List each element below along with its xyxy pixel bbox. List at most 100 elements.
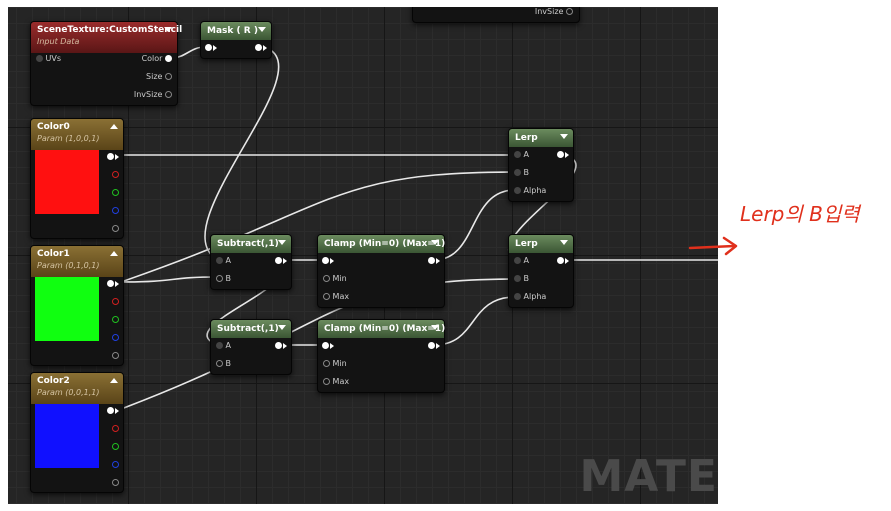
pin-a[interactable] xyxy=(112,352,119,359)
material-graph-canvas[interactable]: InvSize SceneTexture:CustomStencil Input… xyxy=(8,7,718,504)
subtract1-header[interactable]: Subtract(,1) xyxy=(211,235,291,253)
pin-a[interactable] xyxy=(112,225,119,232)
pin-rgb[interactable] xyxy=(107,280,114,287)
pin-out[interactable] xyxy=(428,257,435,264)
pin-out[interactable] xyxy=(275,342,282,349)
lerp1-node[interactable]: Lerp A B Alpha xyxy=(508,128,574,202)
color1-header[interactable]: Color1 Param (0,1,0,1) xyxy=(31,246,123,277)
pin-a[interactable] xyxy=(514,257,521,264)
pin-a[interactable] xyxy=(216,342,223,349)
pin-label-a: A xyxy=(225,256,232,265)
pin-rgb[interactable] xyxy=(107,407,114,414)
pin-rgb[interactable] xyxy=(107,153,114,160)
chevron-down-icon[interactable] xyxy=(431,240,439,245)
pin-max[interactable] xyxy=(323,378,330,385)
pin-b[interactable] xyxy=(514,275,521,282)
clamp1-header[interactable]: Clamp (Min=0) (Max=1) xyxy=(318,235,445,253)
mask-header[interactable]: Mask ( R ) xyxy=(201,22,271,40)
arrow-icon xyxy=(115,153,119,160)
pin-b[interactable] xyxy=(112,461,119,468)
clamp2-header[interactable]: Clamp (Min=0) (Max=1) xyxy=(318,320,445,338)
color2-header[interactable]: Color2 Param (0,0,1,1) xyxy=(31,373,123,404)
pin-in[interactable] xyxy=(322,257,329,264)
chevron-up-icon[interactable] xyxy=(110,251,118,256)
chevron-up-icon[interactable] xyxy=(110,378,118,383)
pin-out[interactable] xyxy=(557,151,564,158)
subtract2-node[interactable]: Subtract(,1) A B xyxy=(210,319,292,375)
pin-out[interactable] xyxy=(557,257,564,264)
pin-label-min: Min xyxy=(332,359,347,368)
pin-invsize-st[interactable] xyxy=(165,91,172,98)
arrow-icon xyxy=(330,342,334,349)
pin-b[interactable] xyxy=(514,169,521,176)
pin-mask-in[interactable] xyxy=(205,44,212,51)
pin-size[interactable] xyxy=(165,73,172,80)
scene-texture-node[interactable]: SceneTexture:CustomStencil Input Data UV… xyxy=(30,21,182,106)
chevron-down-icon[interactable] xyxy=(164,27,172,32)
clamp2-node[interactable]: Clamp (Min=0) (Max=1) Min Max xyxy=(317,319,445,393)
chevron-up-icon[interactable] xyxy=(110,124,118,129)
arrow-icon xyxy=(436,257,440,264)
pin-label-invsize: InvSize xyxy=(534,7,564,16)
pin-g[interactable] xyxy=(112,443,119,450)
arrow-icon xyxy=(436,342,440,349)
pin-mask-out[interactable] xyxy=(255,44,262,51)
pin-g[interactable] xyxy=(112,189,119,196)
pin-b[interactable] xyxy=(216,360,223,367)
pin-a[interactable] xyxy=(514,151,521,158)
pin-out[interactable] xyxy=(428,342,435,349)
subtract1-node[interactable]: Subtract(,1) A B xyxy=(210,234,292,290)
pin-max[interactable] xyxy=(323,293,330,300)
pin-in[interactable] xyxy=(322,342,329,349)
pin-b[interactable] xyxy=(216,275,223,282)
color1-node[interactable]: Color1 Param (0,1,0,1) xyxy=(30,245,124,366)
chevron-down-icon[interactable] xyxy=(278,325,286,330)
pin-min[interactable] xyxy=(323,360,330,367)
arrow-icon xyxy=(565,151,569,158)
pin-r[interactable] xyxy=(112,425,119,432)
pin-alpha[interactable] xyxy=(514,293,521,300)
pin-min[interactable] xyxy=(323,275,330,282)
pin-invsize[interactable] xyxy=(566,8,573,15)
pin-g[interactable] xyxy=(112,316,119,323)
pin-label-b: B xyxy=(225,274,232,283)
subtract2-header[interactable]: Subtract(,1) xyxy=(211,320,291,338)
lerp2-header[interactable]: Lerp xyxy=(509,235,573,253)
partial-node-top[interactable]: InvSize xyxy=(412,7,580,23)
pin-out[interactable] xyxy=(275,257,282,264)
chevron-down-icon[interactable] xyxy=(278,240,286,245)
lerp1-title: Lerp xyxy=(515,133,538,143)
chevron-down-icon[interactable] xyxy=(431,325,439,330)
pin-b[interactable] xyxy=(112,334,119,341)
pin-label-b: B xyxy=(523,168,530,177)
pin-a[interactable] xyxy=(216,257,223,264)
color0-swatch xyxy=(35,150,99,214)
color1-swatch xyxy=(35,277,99,341)
chevron-down-icon[interactable] xyxy=(560,134,568,139)
subtract2-title: Subtract(,1) xyxy=(217,324,279,334)
lerp2-node[interactable]: Lerp A B Alpha xyxy=(508,234,574,308)
mask-title: Mask ( R ) xyxy=(207,26,258,36)
chevron-down-icon[interactable] xyxy=(258,27,266,32)
pin-uvs[interactable] xyxy=(36,55,43,62)
mask-node[interactable]: Mask ( R ) xyxy=(200,21,272,59)
pin-label-a: A xyxy=(523,256,530,265)
arrow-icon xyxy=(283,257,287,264)
arrow-icon xyxy=(115,280,119,287)
lerp1-header[interactable]: Lerp xyxy=(509,129,573,147)
pin-color[interactable] xyxy=(165,55,172,62)
color2-swatch xyxy=(35,404,99,468)
pin-label-max: Max xyxy=(332,377,350,386)
pin-r[interactable] xyxy=(112,171,119,178)
clamp1-node[interactable]: Clamp (Min=0) (Max=1) Min Max xyxy=(317,234,445,308)
pin-b[interactable] xyxy=(112,207,119,214)
color2-node[interactable]: Color2 Param (0,0,1,1) xyxy=(30,372,124,493)
scene-texture-header[interactable]: SceneTexture:CustomStencil Input Data xyxy=(31,22,182,53)
chevron-down-icon[interactable] xyxy=(560,240,568,245)
pin-r[interactable] xyxy=(112,298,119,305)
color0-node[interactable]: Color0 Param (1,0,0,1) xyxy=(30,118,124,239)
color2-subtitle: Param (0,0,1,1) xyxy=(37,388,100,397)
pin-alpha[interactable] xyxy=(514,187,521,194)
color0-header[interactable]: Color0 Param (1,0,0,1) xyxy=(31,119,123,150)
pin-a[interactable] xyxy=(112,479,119,486)
